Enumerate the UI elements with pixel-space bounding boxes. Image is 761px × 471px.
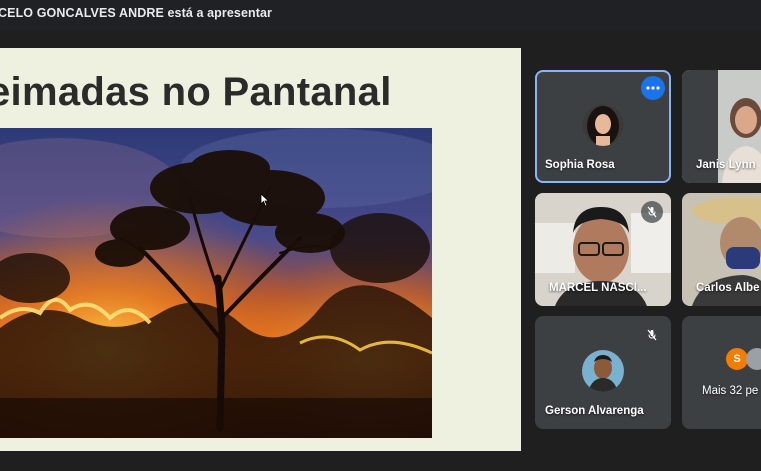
participant-initial-avatar: S xyxy=(726,348,748,370)
top-bar: CELO GONCALVES ANDRE está a apresentar xyxy=(0,0,761,30)
participant-name: MARCEL NASCI... xyxy=(549,282,647,294)
more-options-button[interactable] xyxy=(641,76,665,100)
avatar xyxy=(582,350,624,392)
mic-off-indicator xyxy=(641,324,663,346)
participant-tile-sophia-rosa[interactable]: Sophia Rosa xyxy=(535,70,671,183)
wildfire-photo xyxy=(0,128,432,438)
participant-name: Sophia Rosa xyxy=(545,159,615,171)
slide-title: eimadas no Pantanal xyxy=(0,70,392,114)
participant-name: Gerson Alvarenga xyxy=(545,405,644,417)
mic-off-indicator xyxy=(641,201,663,223)
participant-name: Carlos Albe xyxy=(696,282,760,294)
participant-name: Janis Lynn xyxy=(696,159,756,171)
mic-off-icon xyxy=(647,329,657,341)
participant-tile-carlos[interactable]: Carlos Albe xyxy=(682,193,761,306)
mic-off-icon xyxy=(647,206,657,218)
mouse-cursor-icon xyxy=(260,193,270,207)
more-participants-label: Mais 32 pe xyxy=(702,385,759,397)
avatar xyxy=(582,104,624,146)
presented-slide: eimadas no Pantanal xyxy=(0,48,521,451)
participant-tile-gerson-alvarenga[interactable]: Gerson Alvarenga xyxy=(535,316,671,429)
participant-photo-avatar xyxy=(746,348,761,370)
presenter-banner: CELO GONCALVES ANDRE está a apresentar xyxy=(0,6,273,20)
more-horizontal-icon xyxy=(646,86,660,90)
participant-tile-marcel[interactable]: MARCEL NASCI... xyxy=(535,193,671,306)
more-participants-tile[interactable]: S Mais 32 pe xyxy=(682,316,761,429)
participant-tile-janis-lynn[interactable]: Janis Lynn xyxy=(682,70,761,183)
